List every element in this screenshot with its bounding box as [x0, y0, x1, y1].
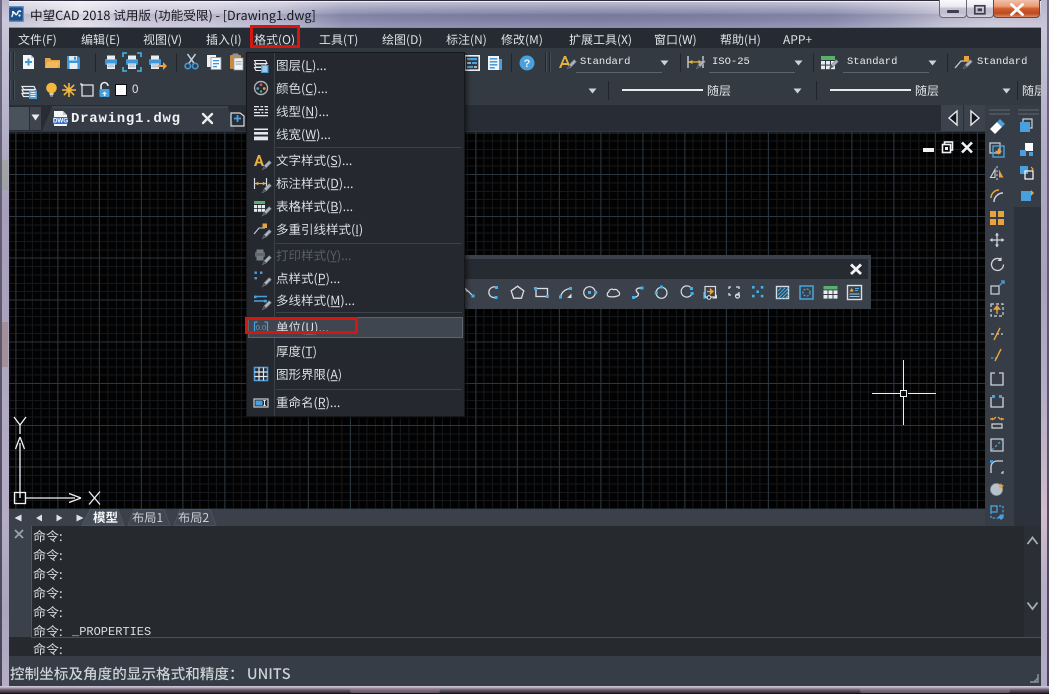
svg-text:?: ? — [524, 58, 531, 70]
svg-text:DWG: DWG — [53, 118, 68, 125]
